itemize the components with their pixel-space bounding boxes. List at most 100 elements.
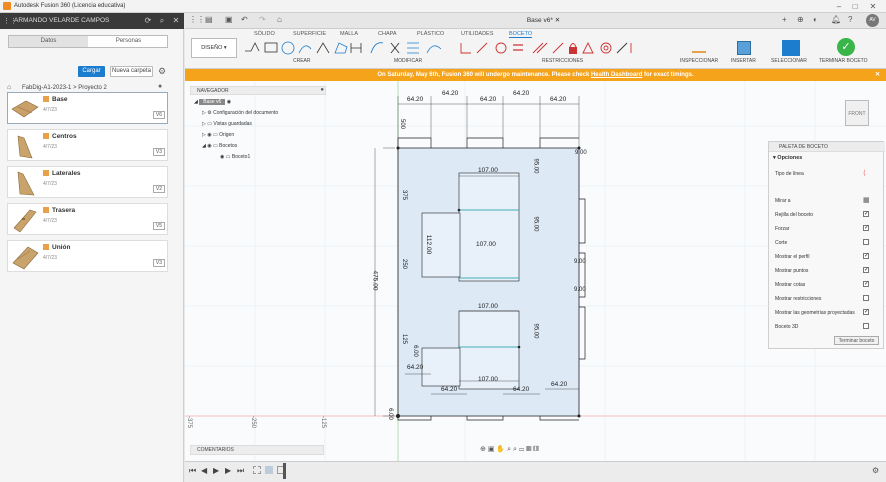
notifications-icon[interactable]: 🔔︎ [831, 15, 841, 24]
constraints-menu[interactable]: RESTRICCIONES [542, 58, 583, 64]
tree-item-config[interactable]: ▷ ⚙ Configuración del documento [202, 108, 278, 119]
dimension-label[interactable]: 107.00 [478, 167, 498, 174]
redo-icon[interactable]: ↷ [259, 15, 266, 24]
zoom-icon[interactable]: ⌕ [507, 446, 511, 453]
dimension-label[interactable]: 95.00 [533, 216, 539, 231]
modify-tools[interactable] [369, 39, 451, 57]
file-item-trasera[interactable]: Trasera 4/7/23 V5 [7, 203, 168, 235]
timeline-settings-icon[interactable]: ⚙ [872, 466, 879, 475]
dimension-label[interactable]: 500 [399, 119, 405, 129]
go-to-end-icon[interactable]: ⏭ [237, 466, 244, 476]
select-icon[interactable] [782, 40, 800, 56]
tab-utilidades[interactable]: UTILIDADES [461, 31, 493, 37]
orbit-icon[interactable]: ⊕ [480, 446, 486, 453]
dimension-label[interactable]: 64.20 [442, 90, 458, 97]
breadcrumb[interactable]: FabDig-A1-2023-1 > Proyecto 2 [22, 85, 107, 91]
linetype-icon[interactable]: ⟨ [863, 169, 866, 177]
dimension-label[interactable]: 107.00 [476, 241, 496, 248]
dimension-label[interactable]: 64.20 [480, 96, 496, 103]
measure-icon[interactable] [692, 43, 706, 53]
dimensions-checkbox[interactable]: ✓ [863, 281, 869, 287]
upload-button[interactable]: Cargar [78, 66, 105, 77]
file-item-centros[interactable]: Centros 4/7/23 V3 [7, 129, 168, 161]
help-icon[interactable]: ? [848, 15, 852, 24]
dimension-label[interactable]: 64.20 [441, 386, 457, 393]
version-badge[interactable]: V3 [152, 259, 165, 267]
close-tab-icon[interactable]: ✕ [555, 17, 560, 24]
user-avatar[interactable]: AV [866, 14, 879, 27]
checkmark-icon[interactable]: ✓ [837, 38, 855, 56]
save-icon[interactable]: ▣ [225, 15, 233, 24]
comments-panel[interactable]: COMENTARIOS [190, 445, 324, 455]
close-banner-icon[interactable]: ✕ [875, 69, 880, 81]
dimension-label[interactable]: 64.20 [551, 381, 567, 388]
create-menu[interactable]: CREAR [293, 58, 311, 64]
dimension-label[interactable]: 125 [401, 334, 407, 344]
look-at-icon[interactable]: ▣ [488, 446, 495, 453]
tree-item-sketch1[interactable]: ◉ ▭ Boceto1 [220, 152, 250, 163]
home-view-icon[interactable]: ⌂ [277, 15, 282, 24]
file-item-base[interactable]: Base 4/7/23 V6 [7, 92, 168, 124]
dimension-label[interactable]: 95.00 [533, 158, 539, 173]
view-cube[interactable]: FRONT [845, 100, 869, 126]
dimension-label[interactable]: 475.00 [371, 271, 378, 291]
version-badge[interactable]: V2 [152, 185, 165, 193]
tab-malla[interactable]: MALLA [340, 31, 358, 37]
gear-icon[interactable]: ⚙ [158, 66, 166, 77]
dimension-label[interactable]: 9.00 [574, 287, 586, 293]
palette-header[interactable]: PALETA DE BOCETO [769, 142, 885, 152]
grid-menu-icon[interactable]: ⋮⋮ [189, 15, 205, 24]
dimension-label[interactable]: 107.00 [478, 303, 498, 310]
select-menu[interactable]: SELECCIONAR [771, 58, 807, 64]
tree-item-origin[interactable]: ▷ ◉ ▭ Origen [202, 130, 234, 141]
refresh-icon[interactable]: ⟳ [143, 16, 153, 26]
dimension-label[interactable]: 375 [401, 190, 407, 200]
snap-checkbox[interactable]: ✓ [863, 225, 869, 231]
tree-item-views[interactable]: ▷ ▭ Vistas guardadas [202, 119, 252, 130]
workspace-dropdown[interactable]: DISEÑO ▾ [191, 38, 237, 58]
version-badge[interactable]: V6 [152, 111, 165, 119]
dimension-label[interactable]: 9.00 [575, 150, 587, 156]
tab-chapa[interactable]: CHAPA [378, 31, 397, 37]
maximize-icon[interactable]: □ [848, 1, 862, 12]
step-forward-icon[interactable]: ▶ [225, 466, 231, 475]
dimension-label[interactable]: 95.00 [533, 323, 539, 338]
tab-plastico[interactable]: PLÁSTICO [417, 31, 444, 37]
file-item-union[interactable]: Unión 4/7/23 V3 [7, 240, 168, 272]
dimension-label[interactable]: 64.20 [407, 364, 423, 371]
dimension-label[interactable]: 64.20 [513, 386, 529, 393]
dimension-label[interactable]: 6.00 [412, 345, 418, 357]
profile-checkbox[interactable]: ✓ [863, 253, 869, 259]
job-status-icon[interactable]: ◐ [813, 15, 818, 24]
tab-superficie[interactable]: SUPERFICIE [293, 31, 326, 37]
user-name[interactable]: ARMANDO VELARDE CAMPOS [14, 17, 109, 24]
inspect-menu[interactable]: INSPECCIONAR [680, 58, 718, 64]
points-checkbox[interactable]: ✓ [863, 267, 869, 273]
dimension-label[interactable]: 107.00 [478, 376, 498, 383]
version-badge[interactable]: V5 [152, 222, 165, 230]
tab-document[interactable]: Base v6* ✕ [501, 14, 586, 28]
finish-sketch-menu[interactable]: TERMINAR BOCETO [819, 58, 868, 64]
dimension-label[interactable]: 112.00 [425, 235, 432, 254]
close-icon[interactable]: ✕ [866, 1, 880, 12]
display-settings-icon[interactable]: ▭ [519, 446, 524, 453]
sketch3d-checkbox[interactable] [863, 323, 869, 329]
go-to-start-icon[interactable]: ⏮ [189, 466, 196, 476]
viewports-icon[interactable]: ▥ [533, 446, 538, 453]
finish-sketch-button[interactable]: Terminar boceto [834, 336, 879, 345]
finish-sketch-group[interactable]: ✓ [818, 38, 874, 58]
palette-section[interactable]: ▾ Opciones [773, 155, 802, 161]
grid-checkbox[interactable]: ✓ [863, 211, 869, 217]
dimension-label[interactable]: 9.00 [574, 259, 586, 265]
dimension-label[interactable]: 6.00 [387, 408, 393, 420]
look-at-icon[interactable]: ▦ [863, 196, 870, 204]
timeline-feature-icon[interactable] [253, 466, 261, 474]
file-item-laterales[interactable]: Laterales 4/7/23 V2 [7, 166, 168, 198]
create-tools[interactable] [243, 39, 363, 57]
fit-icon[interactable]: ⌕ [513, 446, 517, 453]
file-menu-icon[interactable]: ▤ [205, 15, 213, 24]
grid-icon[interactable]: ⋮⋮ [3, 17, 17, 25]
dimension-label[interactable]: 64.20 [550, 96, 566, 103]
new-folder-button[interactable]: Nueva carpeta [110, 66, 153, 77]
tree-item-sketches[interactable]: ◢ ◉ ▭ Bocetos [202, 141, 237, 152]
